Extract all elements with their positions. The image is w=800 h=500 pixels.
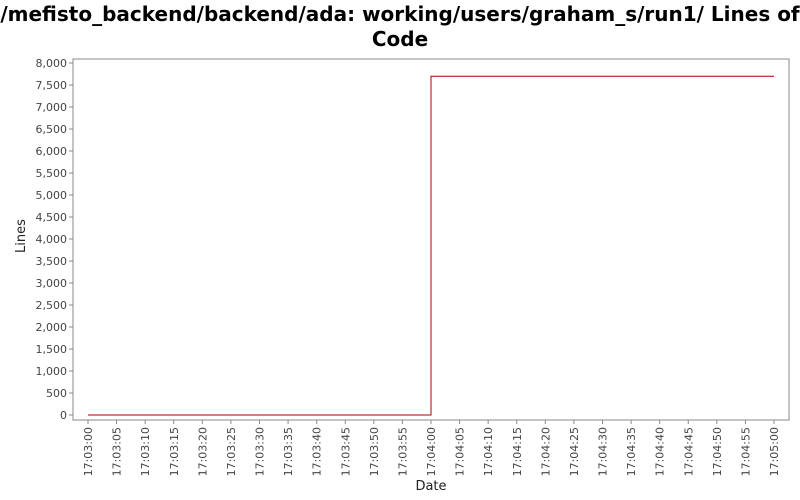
x-tick-label: 17:03:25	[225, 427, 238, 476]
x-tick-label: 17:03:30	[254, 427, 267, 476]
x-tick-label: 17:04:55	[739, 427, 752, 476]
y-tick-label: 0	[60, 409, 67, 422]
x-tick-label: 17:04:15	[511, 427, 524, 476]
x-tick-label: 17:03:20	[196, 427, 209, 476]
y-tick-label: 500	[46, 387, 67, 400]
y-tick-label: 2,000	[36, 321, 68, 334]
y-tick-label: 5,000	[36, 189, 68, 202]
x-tick-label: 17:04:45	[682, 427, 695, 476]
y-tick-label: 1,000	[36, 365, 68, 378]
x-tick-label: 17:03:55	[396, 427, 409, 476]
x-tick-label: 17:04:20	[539, 427, 552, 476]
x-tick-label: 17:04:05	[454, 427, 467, 476]
x-axis: 17:03:00 17:03:05 17:03:10 17:03:15 17:03:20…	[82, 420, 781, 476]
y-tick-label: 6,000	[36, 145, 68, 158]
y-axis: 0 500 1,000 1,500 2,000 2,500 3,000 3,500 4,000 4…	[36, 57, 73, 422]
y-tick-label: 7,500	[36, 79, 68, 92]
y-tick-label: 5,500	[36, 167, 68, 180]
x-tick-label: 17:03:40	[311, 427, 324, 476]
line-chart: 0 500 1,000 1,500 2,000 2,500 3,000 3,500 4,000 4…	[14, 57, 790, 494]
x-tick-label: 17:04:25	[568, 427, 581, 476]
x-tick-label: 17:03:00	[82, 427, 95, 476]
x-tick-label: 17:04:40	[654, 427, 667, 476]
x-tick-label: 17:04:10	[482, 427, 495, 476]
y-tick-label: 4,000	[36, 233, 68, 246]
x-tick-label: 17:05:00	[768, 427, 781, 476]
x-axis-label: Date	[415, 479, 446, 494]
y-tick-label: 4,500	[36, 211, 68, 224]
y-axis-label: Lines	[14, 219, 29, 253]
y-tick-label: 3,500	[36, 255, 68, 268]
y-tick-label: 8,000	[36, 57, 68, 70]
x-tick-label: 17:03:05	[111, 427, 124, 476]
x-tick-label: 17:04:50	[711, 427, 724, 476]
x-tick-label: 17:03:45	[339, 427, 352, 476]
x-tick-label: 17:04:30	[597, 427, 610, 476]
y-tick-label: 7,000	[36, 101, 68, 114]
x-tick-label: 17:03:50	[368, 427, 381, 476]
x-tick-label: 17:04:00	[425, 427, 438, 476]
y-tick-label: 1,500	[36, 343, 68, 356]
y-tick-label: 3,000	[36, 277, 68, 290]
x-tick-label: 17:03:10	[139, 427, 152, 476]
y-tick-label: 6,500	[36, 123, 68, 136]
x-tick-label: 17:03:35	[282, 427, 295, 476]
y-tick-label: 2,500	[36, 299, 68, 312]
x-tick-label: 17:03:15	[168, 427, 181, 476]
x-tick-label: 17:04:35	[625, 427, 638, 476]
